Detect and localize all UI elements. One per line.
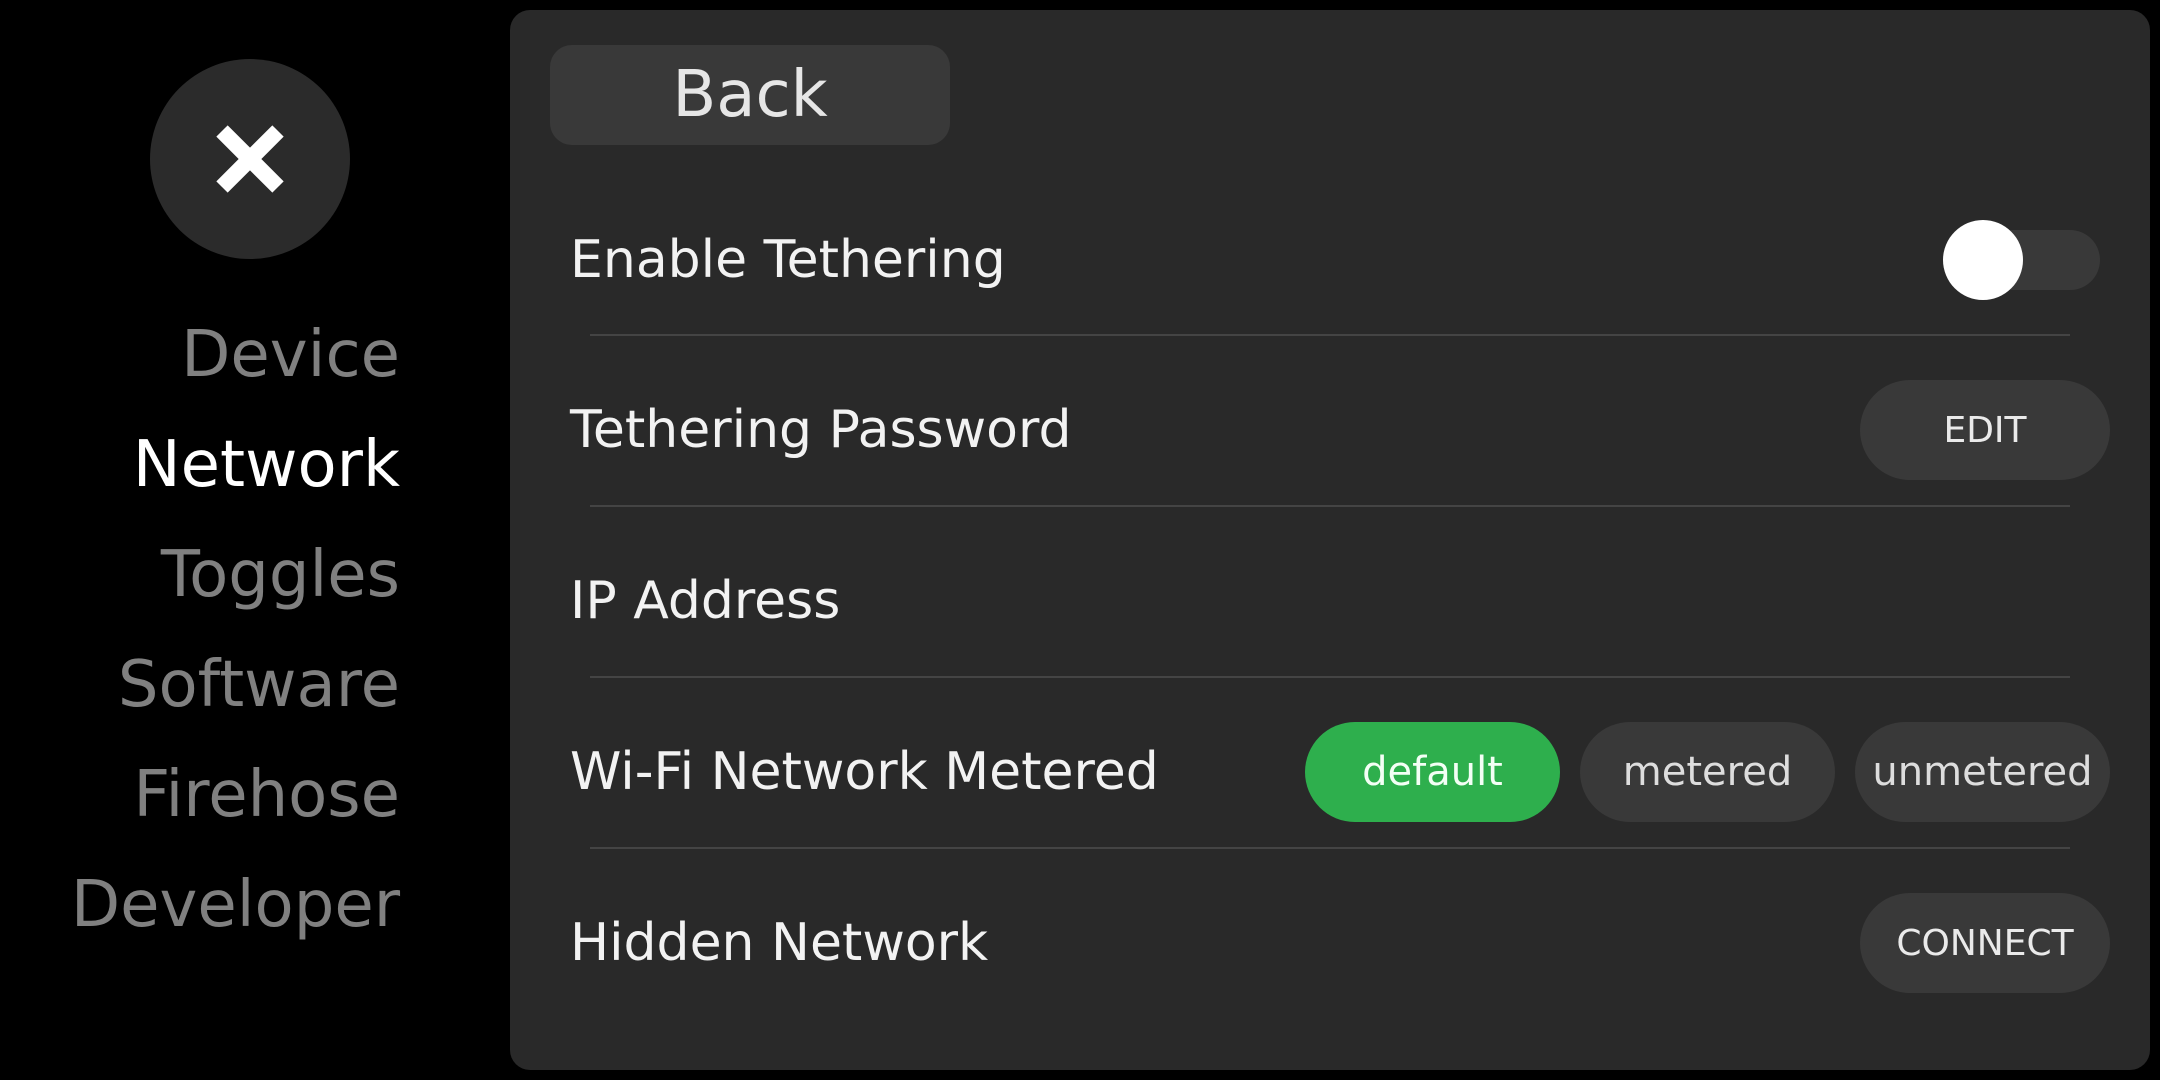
settings-screen: Device Network Toggles Software Firehose…: [0, 0, 2160, 1080]
divider: [590, 505, 2070, 507]
metered-option-default[interactable]: default: [1305, 722, 1560, 822]
divider: [590, 847, 2070, 849]
tethering-password-row: Tethering Password EDIT: [570, 345, 2110, 515]
sidebar-item-software[interactable]: Software: [0, 630, 400, 740]
metered-segmented-control: default metered unmetered: [1305, 722, 2110, 822]
toggle-knob: [1943, 220, 2023, 300]
sidebar-item-developer[interactable]: Developer: [0, 850, 400, 960]
connect-hidden-network-button[interactable]: CONNECT: [1860, 893, 2110, 993]
metered-option-metered[interactable]: metered: [1580, 722, 1835, 822]
edit-password-button[interactable]: EDIT: [1860, 380, 2110, 480]
sidebar-item-toggles[interactable]: Toggles: [0, 520, 400, 630]
sidebar-item-device[interactable]: Device: [0, 300, 400, 410]
divider: [590, 676, 2070, 678]
wifi-metered-label: Wi-Fi Network Metered: [570, 742, 1159, 802]
tethering-password-label: Tethering Password: [570, 400, 1072, 460]
wifi-metered-row: Wi-Fi Network Metered default metered un…: [570, 687, 2110, 857]
close-icon: [216, 125, 284, 193]
ip-address-label: IP Address: [570, 571, 841, 631]
enable-tethering-row: Enable Tethering: [570, 175, 2110, 345]
hidden-network-label: Hidden Network: [570, 913, 989, 973]
sidebar-item-firehose[interactable]: Firehose: [0, 740, 400, 850]
divider: [590, 334, 2070, 336]
enable-tethering-toggle[interactable]: [1943, 220, 2100, 300]
enable-tethering-label: Enable Tethering: [570, 230, 1006, 290]
sidebar: Device Network Toggles Software Firehose…: [0, 0, 500, 1080]
back-button[interactable]: Back: [550, 45, 950, 145]
hidden-network-row: Hidden Network CONNECT: [570, 858, 2110, 1028]
network-settings-panel: Back Enable Tethering Tethering Password…: [510, 10, 2150, 1070]
close-button[interactable]: [150, 59, 350, 259]
sidebar-nav: Device Network Toggles Software Firehose…: [0, 300, 400, 960]
sidebar-item-network[interactable]: Network: [0, 410, 400, 520]
metered-option-unmetered[interactable]: unmetered: [1855, 722, 2110, 822]
ip-address-row: IP Address: [570, 516, 2110, 686]
